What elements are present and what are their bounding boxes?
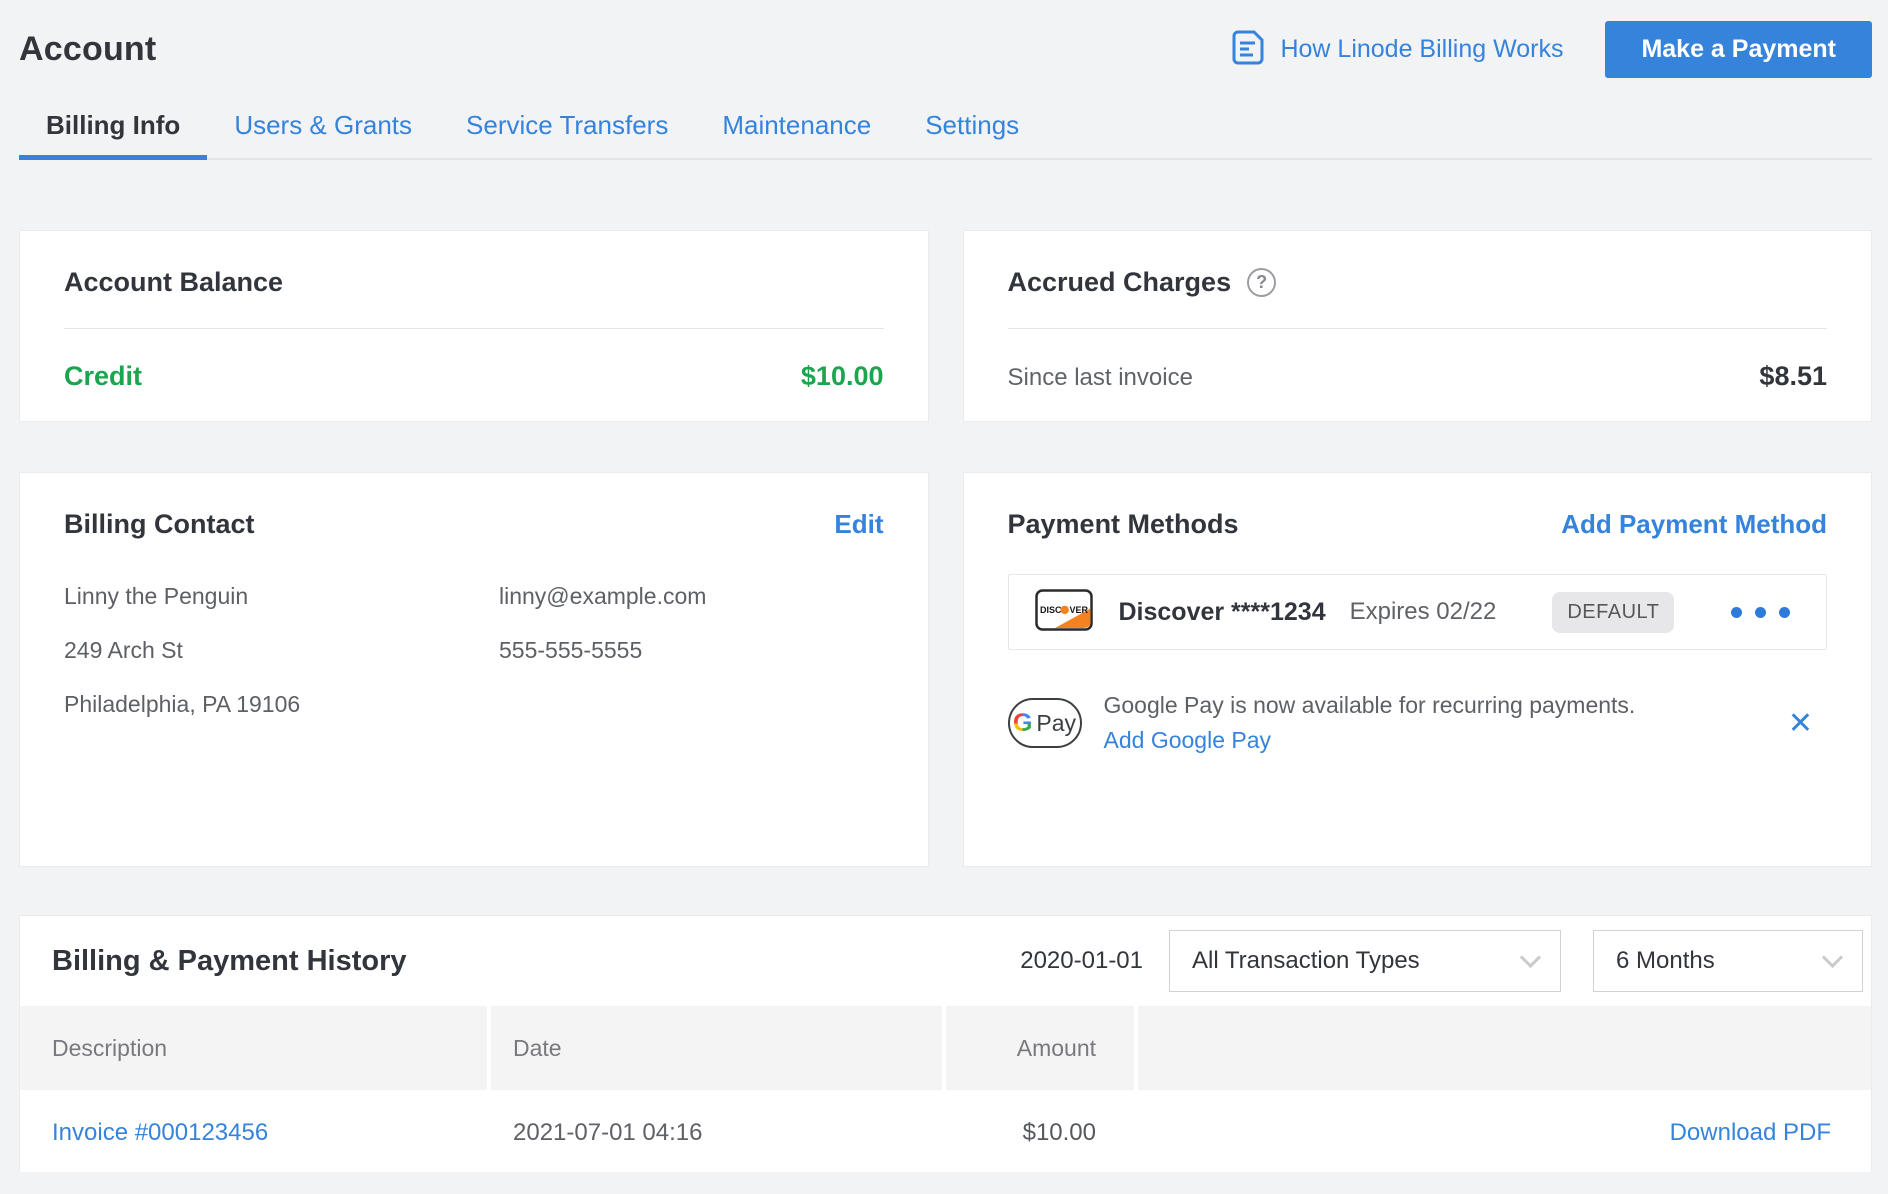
- tab-billing-info[interactable]: Billing Info: [19, 110, 207, 158]
- discover-card-icon: DISC VER: [1035, 589, 1093, 636]
- card-label: Discover ****1234: [1119, 598, 1326, 627]
- contact-email: linny@example.com: [499, 582, 884, 610]
- cards-grid: Account Balance Credit $10.00 Accrued Ch…: [19, 230, 1872, 867]
- billing-history-title: Billing & Payment History: [52, 945, 407, 978]
- divider: [64, 328, 884, 329]
- tab-bar: Billing Info Users & Grants Service Tran…: [19, 110, 1872, 160]
- billing-contact-card: Billing Contact Edit Linny the Penguin 2…: [19, 472, 929, 867]
- svg-text:DISC: DISC: [1040, 605, 1062, 615]
- amount-cell: $10.00: [946, 1094, 1134, 1172]
- chevron-down-icon: [1520, 946, 1541, 967]
- chevron-down-icon: [1822, 946, 1843, 967]
- google-pay-notice: G Pay Google Pay is now available for re…: [1008, 692, 1828, 754]
- accrued-charges-card: Accrued Charges ? Since last invoice $8.…: [963, 230, 1873, 422]
- close-icon[interactable]: ✕: [1774, 706, 1827, 741]
- page-header: Account How Linode Billing Works Make a …: [19, 20, 1872, 78]
- since-last-invoice-label: Since last invoice: [1008, 364, 1193, 392]
- payment-methods-card: Payment Methods Add Payment Method DISC …: [963, 472, 1873, 867]
- invoice-cell: Invoice #000123456: [20, 1094, 487, 1172]
- accrued-charges-row: Since last invoice $8.51: [1008, 361, 1828, 392]
- contact-name: Linny the Penguin: [64, 582, 499, 610]
- billing-docs-link-label: How Linode Billing Works: [1280, 35, 1563, 64]
- billing-docs-link[interactable]: How Linode Billing Works: [1229, 28, 1563, 71]
- date-range-value: 6 Months: [1616, 947, 1715, 975]
- account-balance-title: Account Balance: [64, 267, 884, 298]
- tab-users-grants[interactable]: Users & Grants: [207, 110, 439, 158]
- invoice-link[interactable]: Invoice #000123456: [52, 1119, 268, 1147]
- action-cell: Download PDF: [1138, 1094, 1871, 1172]
- help-icon[interactable]: ?: [1247, 268, 1276, 297]
- contact-info-column: linny@example.com 555-555-5555: [499, 582, 884, 744]
- tab-maintenance[interactable]: Maintenance: [695, 110, 898, 158]
- billing-contact-title: Billing Contact: [64, 509, 255, 540]
- credit-label: Credit: [64, 361, 142, 392]
- make-payment-button[interactable]: Make a Payment: [1605, 21, 1872, 78]
- account-page: Account How Linode Billing Works Make a …: [0, 0, 1888, 1172]
- date-cell: 2021-07-01 04:16: [491, 1094, 942, 1172]
- contact-phone: 555-555-5555: [499, 636, 884, 664]
- contact-address-line2: Philadelphia, PA 19106: [64, 690, 499, 718]
- credit-amount: $10.00: [801, 361, 884, 392]
- account-balance-row: Credit $10.00: [64, 361, 884, 392]
- contact-address-column: Linny the Penguin 249 Arch St Philadelph…: [64, 582, 499, 744]
- payment-method-row: DISC VER Discover ****1234 Expires 02/22…: [1008, 574, 1828, 650]
- card-expiry: Expires 02/22: [1350, 598, 1497, 626]
- payment-methods-title: Payment Methods: [1008, 509, 1239, 540]
- download-pdf-link[interactable]: Download PDF: [1670, 1119, 1831, 1147]
- add-payment-method-link[interactable]: Add Payment Method: [1561, 509, 1827, 540]
- column-header-description: Description: [20, 1006, 487, 1090]
- accrued-charges-head: Accrued Charges ?: [1008, 267, 1828, 298]
- column-header-date: Date: [491, 1006, 942, 1090]
- billing-history-controls: 2020-01-01 All Transaction Types 6 Month…: [1020, 930, 1863, 992]
- billing-history-section: Billing & Payment History 2020-01-01 All…: [19, 915, 1872, 1172]
- table-row: Invoice #000123456 2021-07-01 04:16 $10.…: [20, 1094, 1871, 1172]
- page-title: Account: [19, 30, 156, 69]
- tab-settings[interactable]: Settings: [898, 110, 1046, 158]
- column-header-amount: Amount: [946, 1006, 1134, 1090]
- accrued-amount: $8.51: [1759, 361, 1827, 392]
- column-header-actions: [1138, 1006, 1871, 1090]
- history-from-date[interactable]: 2020-01-01: [1020, 947, 1143, 975]
- edit-billing-contact-link[interactable]: Edit: [834, 509, 883, 540]
- header-actions: How Linode Billing Works Make a Payment: [1229, 21, 1872, 78]
- google-pay-text: Google Pay is now available for recurrin…: [1104, 692, 1636, 754]
- payment-methods-head: Payment Methods Add Payment Method: [1008, 509, 1828, 540]
- default-badge: DEFAULT: [1552, 592, 1674, 633]
- card-actions-menu-icon[interactable]: [1731, 607, 1800, 618]
- document-icon: [1229, 28, 1266, 71]
- transaction-type-value: All Transaction Types: [1192, 947, 1420, 975]
- add-google-pay-link[interactable]: Add Google Pay: [1104, 727, 1272, 754]
- billing-history-table: Description Date Amount Invoice #0001234…: [20, 1006, 1871, 1172]
- contact-address-line1: 249 Arch St: [64, 636, 499, 664]
- billing-contact-head: Billing Contact Edit: [64, 509, 884, 540]
- table-header-row: Description Date Amount: [20, 1006, 1871, 1094]
- divider: [1008, 328, 1828, 329]
- date-range-select[interactable]: 6 Months: [1593, 930, 1863, 992]
- google-pay-icon: G Pay: [1008, 698, 1082, 748]
- svg-text:VER: VER: [1069, 605, 1088, 615]
- billing-history-head: Billing & Payment History 2020-01-01 All…: [20, 916, 1871, 1006]
- transaction-type-select[interactable]: All Transaction Types: [1169, 930, 1561, 992]
- account-balance-card: Account Balance Credit $10.00: [19, 230, 929, 422]
- accrued-charges-title: Accrued Charges: [1008, 267, 1232, 298]
- billing-contact-details: Linny the Penguin 249 Arch St Philadelph…: [64, 582, 884, 744]
- tab-service-transfers[interactable]: Service Transfers: [439, 110, 695, 158]
- google-pay-message: Google Pay is now available for recurrin…: [1104, 692, 1636, 718]
